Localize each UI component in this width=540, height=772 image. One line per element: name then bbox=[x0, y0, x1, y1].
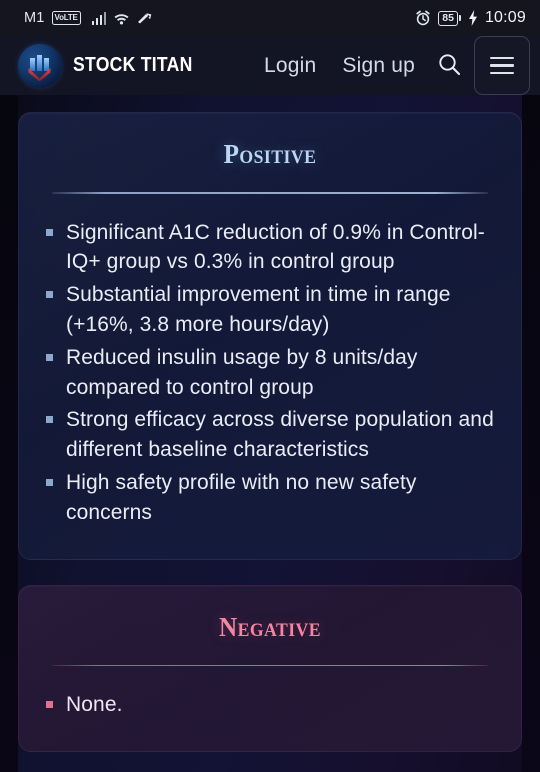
positive-card-title: Positive bbox=[223, 139, 317, 169]
carrier-label: M1 bbox=[24, 10, 45, 26]
clock-label: 10:09 bbox=[484, 9, 526, 26]
status-bar: M1 VoLTE 85 10:09 bbox=[0, 0, 540, 36]
list-item: None. bbox=[42, 690, 498, 720]
status-bar-right: 85 10:09 bbox=[415, 9, 526, 27]
phone-screen: M1 VoLTE 85 10:09 STOCK TITAN Login Sign… bbox=[0, 0, 540, 772]
brand-name-label: STOCK TITAN bbox=[73, 54, 193, 76]
search-button[interactable] bbox=[428, 45, 470, 87]
list-item: High safety profile with no new safety c… bbox=[42, 468, 498, 528]
negative-bullet-list: None. bbox=[42, 690, 498, 720]
search-icon bbox=[437, 52, 462, 80]
alarm-clock-icon bbox=[415, 10, 431, 26]
login-link[interactable]: Login bbox=[251, 54, 329, 78]
hamburger-menu-icon-line bbox=[490, 71, 514, 75]
vpn-key-icon bbox=[137, 12, 153, 25]
negative-card-divider bbox=[52, 664, 488, 667]
wifi-icon bbox=[113, 12, 130, 25]
signal-bars-icon bbox=[91, 11, 107, 25]
hamburger-menu-button[interactable] bbox=[474, 36, 530, 95]
page-content: Positive Significant A1C reduction of 0.… bbox=[0, 95, 540, 772]
list-item: Strong efficacy across diverse populatio… bbox=[42, 405, 498, 465]
hamburger-menu-icon-line bbox=[490, 64, 514, 67]
list-item: Reduced insulin usage by 8 units/day com… bbox=[42, 343, 498, 403]
brand-home-link[interactable]: STOCK TITAN bbox=[18, 43, 209, 88]
stock-titan-logo-icon bbox=[18, 43, 62, 88]
positive-card: Positive Significant A1C reduction of 0.… bbox=[18, 112, 522, 560]
positive-bullet-list: Significant A1C reduction of 0.9% in Con… bbox=[42, 218, 498, 528]
charging-bolt-icon bbox=[468, 10, 478, 26]
battery-level-label: 85 bbox=[438, 10, 458, 26]
status-bar-left: M1 VoLTE bbox=[24, 10, 153, 26]
volte-badge: VoLTE bbox=[51, 10, 81, 26]
list-item: Significant A1C reduction of 0.9% in Con… bbox=[42, 218, 498, 278]
signup-link[interactable]: Sign up bbox=[329, 54, 428, 78]
battery-cap bbox=[458, 15, 461, 21]
positive-card-divider bbox=[52, 192, 488, 194]
site-header: STOCK TITAN Login Sign up bbox=[0, 36, 540, 95]
hamburger-menu-icon-line bbox=[490, 56, 514, 60]
negative-card-title: Negative bbox=[218, 611, 322, 642]
header-nav: Login Sign up bbox=[251, 36, 530, 95]
negative-card: Negative None. bbox=[18, 584, 522, 752]
battery-indicator: 85 bbox=[438, 10, 461, 26]
list-item: Substantial improvement in time in range… bbox=[42, 280, 498, 340]
